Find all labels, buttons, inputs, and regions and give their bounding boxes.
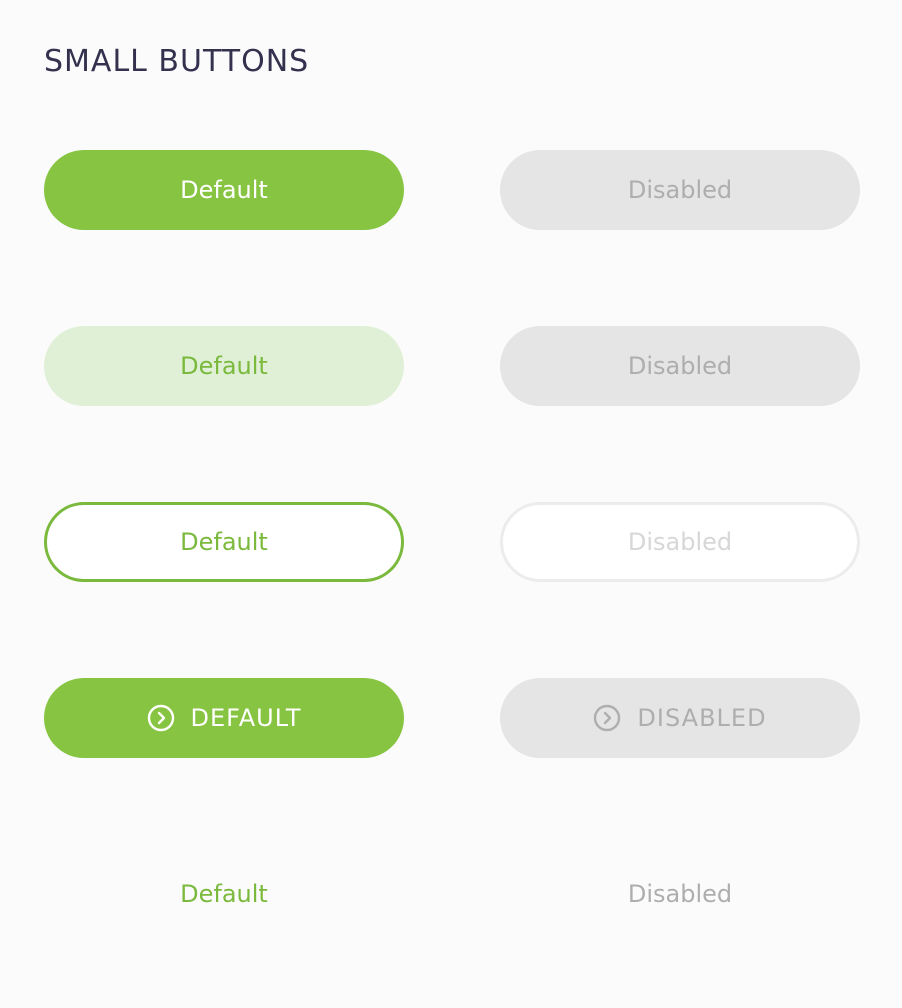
chevron-right-circle-icon: [147, 704, 175, 732]
button-label: DEFAULT: [190, 704, 302, 732]
text-disabled-button: Disabled: [500, 854, 860, 934]
outlined-disabled-button: Disabled: [500, 502, 860, 582]
button-label: DISABLED: [637, 704, 767, 732]
text-default-button[interactable]: Default: [44, 854, 404, 934]
icon-default-button[interactable]: DEFAULT: [44, 678, 404, 758]
button-label: Default: [180, 528, 268, 556]
button-label: Default: [180, 176, 268, 204]
button-label: Disabled: [627, 528, 733, 556]
filled-disabled-button: Disabled: [500, 150, 860, 230]
tonal-default-button[interactable]: Default: [44, 326, 404, 406]
icon-disabled-button: DISABLED: [500, 678, 860, 758]
button-label: Default: [180, 880, 268, 908]
filled-default-button[interactable]: Default: [44, 150, 404, 230]
button-label: Default: [180, 352, 268, 380]
button-label: Disabled: [627, 880, 733, 908]
chevron-right-circle-icon: [593, 704, 621, 732]
button-label: Disabled: [627, 176, 733, 204]
tonal-disabled-button: Disabled: [500, 326, 860, 406]
button-label: Disabled: [627, 352, 733, 380]
outlined-default-button[interactable]: Default: [44, 502, 404, 582]
section-title: SMALL BUTTONS: [44, 44, 310, 79]
